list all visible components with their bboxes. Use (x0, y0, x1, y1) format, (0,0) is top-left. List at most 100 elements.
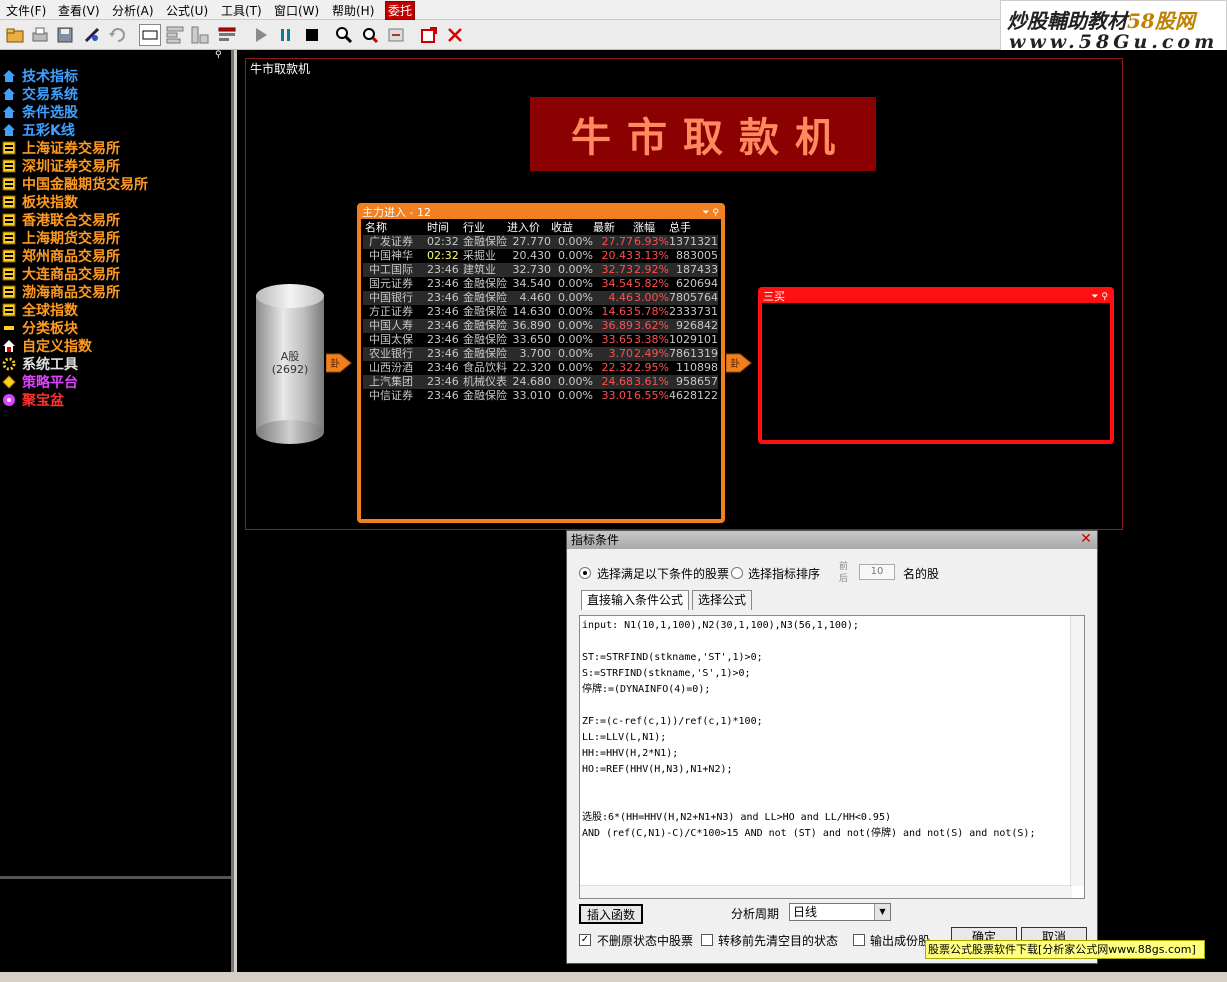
ad-banner[interactable]: 股票公式股票软件下载[分析家公式网www.88gs.com] (925, 940, 1205, 959)
find-stock-icon[interactable] (359, 24, 381, 46)
rank-count-input[interactable]: 10 (859, 564, 895, 580)
menu-formula[interactable]: 公式(U) (166, 2, 208, 19)
sidebar-item[interactable]: 板块指数 (2, 193, 78, 211)
cell-time: 23:46 (427, 347, 463, 361)
radio-rank[interactable] (731, 567, 743, 579)
cell-last: 4.46 (593, 291, 633, 305)
radio-condition[interactable] (579, 567, 591, 579)
formula-vscroll[interactable] (1070, 616, 1084, 886)
window-icon[interactable] (139, 24, 161, 46)
sidebar-item[interactable]: 策略平台 (2, 373, 78, 391)
column-header[interactable]: 总手 (669, 221, 718, 235)
sidebar-item-label: 交易系统 (22, 87, 78, 103)
find-icon[interactable] (333, 24, 355, 46)
sidebar-item[interactable]: 系统工具 (2, 355, 78, 373)
sidebar-item[interactable]: 上海期货交易所 (2, 229, 120, 247)
table-row[interactable]: 中信证券 23:46 金融保险 33.010 0.00% 33.01 6.55% 462812… (363, 389, 718, 403)
sidebar-item[interactable]: 全球指数 (2, 301, 78, 319)
print-icon[interactable] (29, 24, 51, 46)
column-header[interactable]: 时间 (427, 221, 463, 235)
formula-text[interactable]: input: N1(10,1,100),N2(30,1,100),N3(56,1… (582, 618, 1035, 842)
cell-vol: 7861319 (669, 347, 718, 361)
menu-view[interactable]: 查看(V) (58, 2, 100, 19)
sidebar-item[interactable]: 深圳证券交易所 (2, 157, 120, 175)
layout-icon[interactable] (164, 24, 186, 46)
menu-trade[interactable]: 委托 (385, 1, 416, 20)
zhuli-window[interactable]: 主力进入 - 12 ⏷ ⚲ 名称 时间 行业 进入价 收益 最新 涨幅 总手 广发证券 02:3… (357, 203, 725, 523)
table-row[interactable]: 国元证券 23:46 金融保险 34.540 0.00% 34.54 5.82% 620694 (363, 277, 718, 291)
sidebar-item[interactable]: 技术指标 (2, 67, 78, 85)
chk-clear[interactable] (701, 934, 713, 946)
chk-keep-label: 不删原状态中股票 (597, 934, 694, 948)
new-window-icon[interactable] (418, 24, 440, 46)
sidebar-item[interactable]: 交易系统 (2, 85, 78, 103)
cell-name: 中国神华 (369, 249, 413, 262)
table-row[interactable]: 方正证券 23:46 金融保险 14.630 0.00% 14.63 5.78% 233373… (363, 305, 718, 319)
export-icon[interactable] (385, 24, 407, 46)
sidebar-item[interactable]: 自定义指数 (2, 337, 92, 355)
cell-price: 3.700 (507, 347, 551, 361)
table-row[interactable]: 中国神华 02:32 采掘业 20.430 0.00% 20.43 3.13% 883005 (363, 249, 718, 263)
menu-analysis[interactable]: 分析(A) (112, 2, 154, 19)
column-header[interactable]: 最新 (593, 221, 633, 235)
table-row[interactable]: 农业银行 23:46 金融保险 3.700 0.00% 3.70 2.49% 7861319 (363, 347, 718, 361)
sidebar-item[interactable]: 郑州商品交易所 (2, 247, 120, 265)
formula-hscroll[interactable] (580, 885, 1072, 898)
close-icon[interactable] (444, 24, 466, 46)
connect-icon[interactable] (81, 24, 103, 46)
cell-name: 中国银行 (363, 291, 427, 305)
sidebar-item[interactable]: 聚宝盆 (2, 391, 64, 409)
layout2-icon[interactable] (189, 24, 211, 46)
formula-editor[interactable]: input: N1(10,1,100),N2(30,1,100),N3(56,1… (579, 615, 1085, 899)
table-row[interactable]: 广发证券 02:32 金融保险 27.770 0.00% 27.77 6.93% 137132… (363, 235, 718, 249)
layout3-icon[interactable] (216, 24, 238, 46)
rank-back-label[interactable]: 后 (839, 571, 848, 584)
menu-tools[interactable]: 工具(T) (221, 2, 262, 19)
column-header[interactable]: 行业 (463, 221, 507, 235)
open-folder-icon[interactable] (4, 24, 26, 46)
sidebar-item[interactable]: 分类板块 (2, 319, 78, 337)
sidebar-item[interactable]: 渤海商品交易所 (2, 283, 120, 301)
pause-icon[interactable] (275, 24, 297, 46)
table-row[interactable]: 中工国际 23:46 建筑业 32.730 0.00% 32.73 2.92% 187433 (363, 263, 718, 277)
tab-select-formula[interactable]: 选择公式 (692, 590, 753, 610)
undo-icon[interactable] (106, 24, 128, 46)
table-row[interactable]: 中国人寿 23:46 金融保险 36.890 0.00% 36.89 3.62% 926842 (363, 319, 718, 333)
save-icon[interactable] (54, 24, 76, 46)
chk-keep[interactable]: ✓ (579, 934, 591, 946)
column-header[interactable]: 涨幅 (633, 221, 669, 235)
menu-window[interactable]: 窗口(W) (274, 2, 319, 19)
sanmai-window[interactable]: 三买 ⏷ ⚲ (758, 287, 1114, 444)
column-header[interactable]: 名称 (363, 221, 427, 235)
tab-direct-input[interactable]: 直接输入条件公式 (581, 590, 690, 610)
close-icon[interactable]: ✕ (1079, 532, 1093, 546)
stock-pool-cylinder[interactable]: A股 (2692) (256, 284, 324, 444)
sidebar-item[interactable]: 香港联合交易所 (2, 211, 120, 229)
sidebar-item[interactable]: 中国金融期货交易所 (2, 175, 148, 193)
sidebar-splitter[interactable] (0, 876, 231, 879)
column-header[interactable]: 进入价 (507, 221, 551, 235)
period-select[interactable]: 日线 ▼ (789, 903, 891, 921)
table-row[interactable]: 中国银行 23:46 金融保险 4.460 0.00% 4.46 3.00% 7805764 (363, 291, 718, 305)
menu-file[interactable]: 文件(F) (6, 2, 46, 19)
zhuli-controls-icon[interactable]: ⏷ ⚲ (702, 207, 719, 219)
pin-icon[interactable]: ⚲ (215, 50, 227, 60)
sidebar-item[interactable]: 上海证券交易所 (2, 139, 120, 157)
table-row[interactable]: 上汽集团 23:46 机械仪表 24.680 0.00% 24.68 3.61% 958657 (363, 375, 718, 389)
stop-icon[interactable] (301, 24, 323, 46)
sanmai-controls-icon[interactable]: ⏷ ⚲ (1091, 291, 1108, 303)
sidebar-item[interactable]: 条件选股 (2, 103, 78, 121)
insert-function-button[interactable]: 插入函数 (579, 904, 643, 924)
chevron-down-icon[interactable]: ▼ (874, 904, 890, 920)
cell-price: 33.010 (512, 389, 552, 402)
column-header[interactable]: 收益 (551, 221, 593, 235)
sidebar-item-label: 全球指数 (22, 303, 78, 319)
chk-output[interactable] (853, 934, 865, 946)
sidebar-item[interactable]: 五彩K线 (2, 121, 75, 139)
sidebar-item[interactable]: 大连商品交易所 (2, 265, 120, 283)
table-row[interactable]: 山西汾酒 23:46 食品饮料 22.320 0.00% 22.32 2.95% 110898 (363, 361, 718, 375)
sanmai-title: 三买 (763, 290, 785, 303)
play-icon[interactable] (250, 24, 272, 46)
table-row[interactable]: 中国太保 23:46 金融保险 33.650 0.00% 33.65 3.38% 102910… (363, 333, 718, 347)
menu-help[interactable]: 帮助(H) (332, 2, 374, 19)
